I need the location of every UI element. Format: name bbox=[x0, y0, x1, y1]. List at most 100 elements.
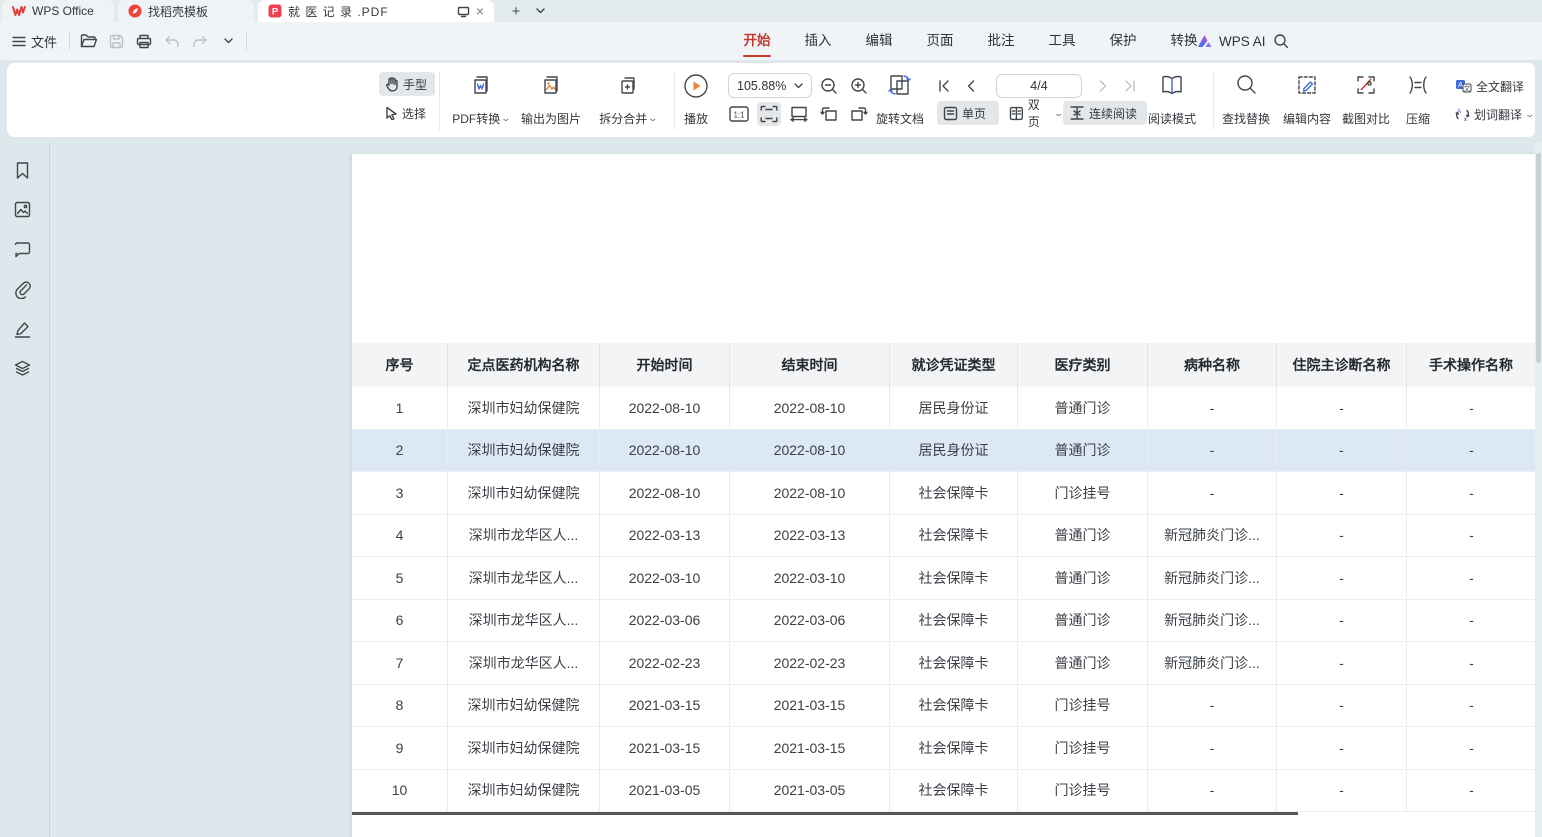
redo-button[interactable] bbox=[190, 31, 210, 51]
monitor-icon[interactable] bbox=[457, 5, 470, 18]
select-tool-button[interactable]: 选择 bbox=[379, 101, 435, 125]
previous-page-button[interactable] bbox=[960, 75, 982, 97]
menu-bar: 文件 bbox=[0, 22, 1542, 60]
thumbnails-icon[interactable] bbox=[13, 200, 32, 219]
menu-item[interactable]: 插入 bbox=[798, 22, 838, 60]
save-button[interactable] bbox=[106, 31, 126, 51]
fit-page-icon bbox=[760, 105, 778, 123]
window-tab-bar: WPS Office 找稻壳模板 P 就 医 记 录 .PDF × + bbox=[0, 0, 1542, 22]
table-cell: - bbox=[1277, 515, 1407, 557]
tab-document-active[interactable]: P 就 医 记 录 .PDF × bbox=[258, 0, 494, 22]
zoom-out-button[interactable] bbox=[817, 74, 841, 98]
print-button[interactable] bbox=[134, 31, 154, 51]
play-button[interactable]: 播放 bbox=[667, 71, 725, 131]
pdf-page[interactable]: 序号定点医药机构名称开始时间结束时间就诊凭证类型医疗类别病种名称住院主诊断名称手… bbox=[352, 154, 1542, 837]
table-cell: 普通门诊 bbox=[1018, 557, 1148, 599]
fit-page-button[interactable] bbox=[757, 102, 781, 126]
scrollbar-thumb[interactable] bbox=[1536, 153, 1541, 363]
table-cell: - bbox=[1148, 685, 1277, 727]
hand-tool-button[interactable]: 手型 bbox=[379, 72, 435, 96]
vertical-scrollbar[interactable] bbox=[1535, 143, 1542, 837]
close-icon[interactable]: × bbox=[476, 3, 484, 19]
medical-records-table: 序号定点医药机构名称开始时间结束时间就诊凭证类型医疗类别病种名称住院主诊断名称手… bbox=[352, 343, 1536, 812]
table-cell: - bbox=[1407, 515, 1536, 557]
tab-docer-templates[interactable]: 找稻壳模板 bbox=[118, 0, 254, 22]
word-translate-button[interactable]: A x 划词翻译 ⌄ bbox=[1449, 102, 1542, 126]
table-cell: 门诊挂号 bbox=[1018, 472, 1148, 514]
menu-item[interactable]: 批注 bbox=[981, 22, 1021, 60]
tab-list-button[interactable] bbox=[530, 0, 550, 22]
table-cell: - bbox=[1407, 430, 1536, 472]
undo-redo-dropdown[interactable] bbox=[218, 31, 238, 51]
table-cell: 2022-08-10 bbox=[730, 472, 890, 514]
folder-open-icon bbox=[80, 34, 97, 48]
table-cell: 7 bbox=[352, 642, 448, 684]
table-cell: 2022-03-10 bbox=[730, 557, 890, 599]
full-text-translate-button[interactable]: A 文 全文翻译 bbox=[1449, 74, 1537, 98]
rotate-document-button[interactable]: 旋转文档 bbox=[865, 71, 935, 131]
open-file-button[interactable] bbox=[78, 31, 98, 51]
table-cell: 2022-08-10 bbox=[730, 430, 890, 472]
export-as-image-button[interactable]: 输出为图片 bbox=[513, 71, 589, 131]
continuous-reading-button[interactable]: 连续阅读 bbox=[1063, 101, 1147, 125]
find-replace-button[interactable]: 查找替换 bbox=[1211, 71, 1281, 131]
table-cell: 普通门诊 bbox=[1018, 515, 1148, 557]
table-cell: 2022-02-23 bbox=[730, 642, 890, 684]
page-number-input[interactable]: 4/4 bbox=[996, 74, 1082, 98]
menu-item[interactable]: 页面 bbox=[920, 22, 960, 60]
word-translate-label: 划词翻译 bbox=[1474, 106, 1522, 123]
table-cell: 普通门诊 bbox=[1018, 600, 1148, 642]
table-cell: 门诊挂号 bbox=[1018, 770, 1148, 812]
printer-icon bbox=[136, 34, 152, 49]
new-tab-button[interactable]: + bbox=[505, 0, 527, 22]
compress-label: 压缩 bbox=[1406, 110, 1430, 127]
zoom-level-select[interactable]: 105.88% bbox=[728, 73, 812, 98]
table-cell: - bbox=[1148, 727, 1277, 769]
first-page-icon bbox=[938, 80, 950, 92]
double-page-button[interactable]: 双页 ⌄ bbox=[1003, 101, 1069, 125]
pdf-convert-button[interactable]: PDF转换⌄ bbox=[446, 71, 516, 131]
menu-item[interactable]: 编辑 bbox=[859, 22, 899, 60]
table-cell: 2022-08-10 bbox=[600, 472, 730, 514]
full-translate-icon: A 文 bbox=[1455, 79, 1472, 93]
table-row: 4深圳市龙华区人...2022-03-132022-03-13社会保障卡普通门诊… bbox=[352, 515, 1536, 558]
table-cell: 2 bbox=[352, 430, 448, 472]
table-row: 3深圳市妇幼保健院2022-08-102022-08-10社会保障卡门诊挂号--… bbox=[352, 472, 1536, 515]
layers-icon[interactable] bbox=[13, 359, 32, 378]
attachment-icon[interactable] bbox=[13, 280, 32, 299]
read-mode-button[interactable]: 阅读模式 bbox=[1137, 71, 1207, 131]
bookmarks-icon[interactable] bbox=[13, 161, 32, 180]
rotate-left-button[interactable] bbox=[817, 102, 841, 126]
menu-item[interactable]: 保护 bbox=[1103, 22, 1143, 60]
menu-search-button[interactable] bbox=[1270, 30, 1292, 52]
single-page-button[interactable]: 单页 bbox=[937, 101, 999, 125]
signature-icon[interactable] bbox=[13, 320, 32, 339]
rotate-right-button[interactable] bbox=[847, 102, 871, 126]
continuous-reading-icon bbox=[1069, 106, 1085, 120]
table-cell: 社会保障卡 bbox=[890, 727, 1018, 769]
split-merge-button[interactable]: 拆分合并⌄ bbox=[590, 71, 666, 131]
undo-button[interactable] bbox=[162, 31, 182, 51]
wps-ai-logo-icon bbox=[1196, 33, 1214, 49]
menu-item[interactable]: 工具 bbox=[1042, 22, 1082, 60]
table-cell: - bbox=[1277, 557, 1407, 599]
table-cell: 社会保障卡 bbox=[890, 515, 1018, 557]
docer-icon bbox=[128, 4, 142, 18]
find-replace-icon bbox=[1234, 73, 1258, 97]
undo-icon bbox=[164, 35, 180, 48]
wps-ai-button[interactable]: WPS AI bbox=[1196, 22, 1266, 60]
next-page-button[interactable] bbox=[1092, 75, 1114, 97]
compress-button[interactable]: 压缩 bbox=[1390, 71, 1446, 131]
svg-text:文: 文 bbox=[1464, 83, 1471, 92]
table-cell: 2021-03-05 bbox=[600, 770, 730, 812]
file-menu-button[interactable]: 文件 bbox=[8, 29, 61, 54]
fit-width-button[interactable] bbox=[787, 102, 811, 126]
table-cell: - bbox=[1148, 387, 1277, 429]
comments-icon[interactable] bbox=[13, 240, 32, 259]
tab-wps-office[interactable]: WPS Office bbox=[2, 0, 114, 22]
table-cell: 4 bbox=[352, 515, 448, 557]
continuous-reading-label: 连续阅读 bbox=[1089, 105, 1137, 122]
first-page-button[interactable] bbox=[933, 75, 955, 97]
menu-item[interactable]: 开始 bbox=[737, 22, 777, 60]
actual-size-button[interactable]: 1:1 bbox=[727, 102, 751, 126]
